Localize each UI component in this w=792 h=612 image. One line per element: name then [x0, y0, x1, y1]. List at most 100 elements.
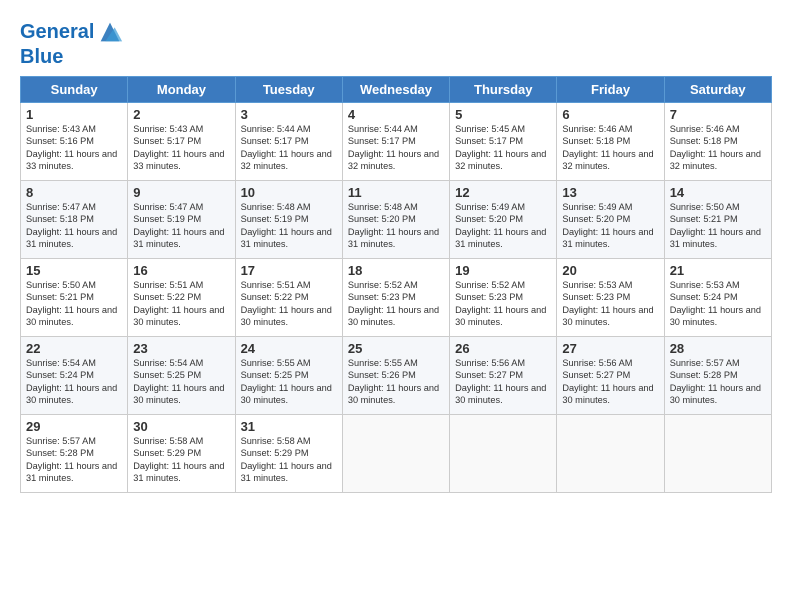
day-number: 30 — [133, 419, 229, 434]
weekday-header-monday: Monday — [128, 77, 235, 103]
calendar-cell: 20Sunrise: 5:53 AMSunset: 5:23 PMDayligh… — [557, 259, 664, 337]
day-number: 27 — [562, 341, 658, 356]
calendar-cell: 21Sunrise: 5:53 AMSunset: 5:24 PMDayligh… — [664, 259, 771, 337]
day-number: 6 — [562, 107, 658, 122]
calendar-cell: 6Sunrise: 5:46 AMSunset: 5:18 PMDaylight… — [557, 103, 664, 181]
calendar-cell: 18Sunrise: 5:52 AMSunset: 5:23 PMDayligh… — [342, 259, 449, 337]
logo-text: General — [20, 21, 94, 43]
cell-content: Sunrise: 5:54 AMSunset: 5:24 PMDaylight:… — [26, 357, 122, 407]
cell-content: Sunrise: 5:53 AMSunset: 5:24 PMDaylight:… — [670, 279, 766, 329]
day-number: 1 — [26, 107, 122, 122]
weekday-header-saturday: Saturday — [664, 77, 771, 103]
cell-content: Sunrise: 5:44 AMSunset: 5:17 PMDaylight:… — [241, 123, 337, 173]
calendar-cell: 19Sunrise: 5:52 AMSunset: 5:23 PMDayligh… — [450, 259, 557, 337]
calendar-cell: 15Sunrise: 5:50 AMSunset: 5:21 PMDayligh… — [21, 259, 128, 337]
cell-content: Sunrise: 5:47 AMSunset: 5:19 PMDaylight:… — [133, 201, 229, 251]
day-number: 8 — [26, 185, 122, 200]
cell-content: Sunrise: 5:55 AMSunset: 5:25 PMDaylight:… — [241, 357, 337, 407]
calendar-cell: 22Sunrise: 5:54 AMSunset: 5:24 PMDayligh… — [21, 337, 128, 415]
cell-content: Sunrise: 5:55 AMSunset: 5:26 PMDaylight:… — [348, 357, 444, 407]
cell-content: Sunrise: 5:57 AMSunset: 5:28 PMDaylight:… — [26, 435, 122, 485]
day-number: 28 — [670, 341, 766, 356]
header: General Blue — [20, 18, 772, 68]
weekday-header-row: SundayMondayTuesdayWednesdayThursdayFrid… — [21, 77, 772, 103]
day-number: 9 — [133, 185, 229, 200]
calendar-cell: 30Sunrise: 5:58 AMSunset: 5:29 PMDayligh… — [128, 415, 235, 493]
day-number: 19 — [455, 263, 551, 278]
cell-content: Sunrise: 5:46 AMSunset: 5:18 PMDaylight:… — [670, 123, 766, 173]
calendar-cell: 9Sunrise: 5:47 AMSunset: 5:19 PMDaylight… — [128, 181, 235, 259]
calendar-week-row: 1Sunrise: 5:43 AMSunset: 5:16 PMDaylight… — [21, 103, 772, 181]
day-number: 5 — [455, 107, 551, 122]
day-number: 21 — [670, 263, 766, 278]
day-number: 4 — [348, 107, 444, 122]
calendar-cell: 24Sunrise: 5:55 AMSunset: 5:25 PMDayligh… — [235, 337, 342, 415]
day-number: 3 — [241, 107, 337, 122]
calendar-cell: 5Sunrise: 5:45 AMSunset: 5:17 PMDaylight… — [450, 103, 557, 181]
logo-blue: Blue — [20, 46, 124, 68]
calendar-table: SundayMondayTuesdayWednesdayThursdayFrid… — [20, 76, 772, 493]
cell-content: Sunrise: 5:48 AMSunset: 5:20 PMDaylight:… — [348, 201, 444, 251]
day-number: 10 — [241, 185, 337, 200]
calendar-week-row: 29Sunrise: 5:57 AMSunset: 5:28 PMDayligh… — [21, 415, 772, 493]
calendar-cell: 3Sunrise: 5:44 AMSunset: 5:17 PMDaylight… — [235, 103, 342, 181]
weekday-header-thursday: Thursday — [450, 77, 557, 103]
calendar-cell: 2Sunrise: 5:43 AMSunset: 5:17 PMDaylight… — [128, 103, 235, 181]
calendar-cell: 17Sunrise: 5:51 AMSunset: 5:22 PMDayligh… — [235, 259, 342, 337]
day-number: 14 — [670, 185, 766, 200]
cell-content: Sunrise: 5:45 AMSunset: 5:17 PMDaylight:… — [455, 123, 551, 173]
calendar-cell: 1Sunrise: 5:43 AMSunset: 5:16 PMDaylight… — [21, 103, 128, 181]
calendar-cell: 16Sunrise: 5:51 AMSunset: 5:22 PMDayligh… — [128, 259, 235, 337]
day-number: 7 — [670, 107, 766, 122]
cell-content: Sunrise: 5:51 AMSunset: 5:22 PMDaylight:… — [133, 279, 229, 329]
cell-content: Sunrise: 5:43 AMSunset: 5:17 PMDaylight:… — [133, 123, 229, 173]
logo-icon — [96, 18, 124, 46]
calendar-cell — [342, 415, 449, 493]
cell-content: Sunrise: 5:58 AMSunset: 5:29 PMDaylight:… — [133, 435, 229, 485]
calendar-cell: 12Sunrise: 5:49 AMSunset: 5:20 PMDayligh… — [450, 181, 557, 259]
cell-content: Sunrise: 5:56 AMSunset: 5:27 PMDaylight:… — [455, 357, 551, 407]
calendar-cell: 29Sunrise: 5:57 AMSunset: 5:28 PMDayligh… — [21, 415, 128, 493]
calendar-cell: 14Sunrise: 5:50 AMSunset: 5:21 PMDayligh… — [664, 181, 771, 259]
day-number: 20 — [562, 263, 658, 278]
page: General Blue SundayMondayTuesdayWednesda… — [0, 0, 792, 503]
cell-content: Sunrise: 5:44 AMSunset: 5:17 PMDaylight:… — [348, 123, 444, 173]
weekday-header-friday: Friday — [557, 77, 664, 103]
cell-content: Sunrise: 5:50 AMSunset: 5:21 PMDaylight:… — [670, 201, 766, 251]
logo: General Blue — [20, 18, 124, 68]
cell-content: Sunrise: 5:49 AMSunset: 5:20 PMDaylight:… — [562, 201, 658, 251]
calendar-cell: 23Sunrise: 5:54 AMSunset: 5:25 PMDayligh… — [128, 337, 235, 415]
cell-content: Sunrise: 5:50 AMSunset: 5:21 PMDaylight:… — [26, 279, 122, 329]
calendar-week-row: 15Sunrise: 5:50 AMSunset: 5:21 PMDayligh… — [21, 259, 772, 337]
calendar-cell: 8Sunrise: 5:47 AMSunset: 5:18 PMDaylight… — [21, 181, 128, 259]
cell-content: Sunrise: 5:57 AMSunset: 5:28 PMDaylight:… — [670, 357, 766, 407]
cell-content: Sunrise: 5:49 AMSunset: 5:20 PMDaylight:… — [455, 201, 551, 251]
cell-content: Sunrise: 5:52 AMSunset: 5:23 PMDaylight:… — [455, 279, 551, 329]
day-number: 24 — [241, 341, 337, 356]
day-number: 22 — [26, 341, 122, 356]
day-number: 31 — [241, 419, 337, 434]
day-number: 12 — [455, 185, 551, 200]
calendar-week-row: 22Sunrise: 5:54 AMSunset: 5:24 PMDayligh… — [21, 337, 772, 415]
cell-content: Sunrise: 5:58 AMSunset: 5:29 PMDaylight:… — [241, 435, 337, 485]
cell-content: Sunrise: 5:46 AMSunset: 5:18 PMDaylight:… — [562, 123, 658, 173]
cell-content: Sunrise: 5:43 AMSunset: 5:16 PMDaylight:… — [26, 123, 122, 173]
calendar-cell: 10Sunrise: 5:48 AMSunset: 5:19 PMDayligh… — [235, 181, 342, 259]
calendar-week-row: 8Sunrise: 5:47 AMSunset: 5:18 PMDaylight… — [21, 181, 772, 259]
day-number: 25 — [348, 341, 444, 356]
day-number: 29 — [26, 419, 122, 434]
weekday-header-tuesday: Tuesday — [235, 77, 342, 103]
calendar-cell: 13Sunrise: 5:49 AMSunset: 5:20 PMDayligh… — [557, 181, 664, 259]
calendar-cell: 4Sunrise: 5:44 AMSunset: 5:17 PMDaylight… — [342, 103, 449, 181]
cell-content: Sunrise: 5:52 AMSunset: 5:23 PMDaylight:… — [348, 279, 444, 329]
cell-content: Sunrise: 5:51 AMSunset: 5:22 PMDaylight:… — [241, 279, 337, 329]
calendar-cell: 28Sunrise: 5:57 AMSunset: 5:28 PMDayligh… — [664, 337, 771, 415]
weekday-header-sunday: Sunday — [21, 77, 128, 103]
calendar-cell: 26Sunrise: 5:56 AMSunset: 5:27 PMDayligh… — [450, 337, 557, 415]
weekday-header-wednesday: Wednesday — [342, 77, 449, 103]
calendar-cell: 7Sunrise: 5:46 AMSunset: 5:18 PMDaylight… — [664, 103, 771, 181]
cell-content: Sunrise: 5:47 AMSunset: 5:18 PMDaylight:… — [26, 201, 122, 251]
calendar-cell: 25Sunrise: 5:55 AMSunset: 5:26 PMDayligh… — [342, 337, 449, 415]
calendar-cell: 31Sunrise: 5:58 AMSunset: 5:29 PMDayligh… — [235, 415, 342, 493]
day-number: 17 — [241, 263, 337, 278]
